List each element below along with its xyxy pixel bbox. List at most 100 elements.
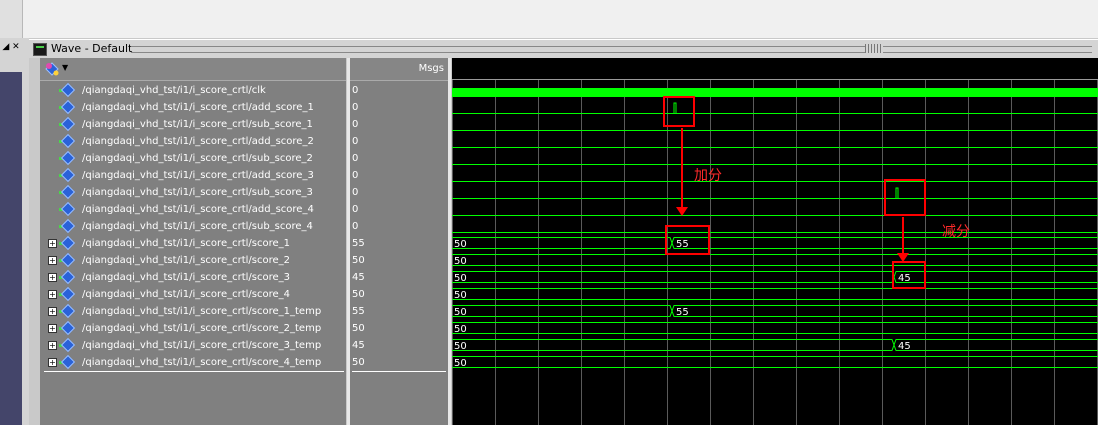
expand-icon[interactable]: + (48, 239, 57, 248)
signal-row[interactable]: /qiangdaqi_vhd_tst/i1/i_score_crtl/sub_s… (40, 184, 346, 201)
bus-value-label: 50 (454, 324, 467, 335)
bus-value-label: 50 (454, 256, 467, 267)
signal-icon (59, 133, 76, 149)
signal-name: /qiangdaqi_vhd_tst/i1/i_score_crtl/sub_s… (82, 119, 313, 130)
signal-row[interactable]: + /qiangdaqi_vhd_tst/i1/i_score_crtl/scor… (40, 252, 346, 269)
signal-value: 50 (352, 255, 365, 266)
signal-name: /qiangdaqi_vhd_tst/i1/i_score_crtl/score… (82, 340, 322, 351)
signal-icon (59, 337, 76, 353)
signal-row[interactable]: + /qiangdaqi_vhd_tst/i1/i_score_crtl/scor… (40, 320, 346, 337)
bus-value-label: 50 (454, 290, 467, 301)
chevron-down-icon[interactable]: ▼ (62, 63, 68, 72)
signal-value: 0 (352, 119, 359, 130)
wave-window-title: Wave - Default (51, 42, 133, 55)
signal-icon (59, 252, 76, 268)
signal-icon (59, 235, 76, 251)
pulse-wave (895, 187, 899, 198)
signal-row[interactable]: + /qiangdaqi_vhd_tst/i1/i_score_crtl/scor… (40, 354, 346, 371)
bus-wave (452, 271, 1098, 283)
signal-name: /qiangdaqi_vhd_tst/i1/i_score_crtl/add_s… (82, 170, 314, 181)
signal-value: 50 (352, 357, 365, 368)
bus-wave (452, 271, 1098, 283)
bus-value-label: 50 (454, 239, 467, 250)
highlight-box (884, 179, 926, 216)
signal-row[interactable]: + /qiangdaqi_vhd_tst/i1/i_score_crtl/scor… (40, 286, 346, 303)
wave-window-icon (33, 43, 47, 56)
bus-wave (452, 339, 1098, 351)
left-dock-strip: ◢ ✕ (0, 38, 29, 425)
bus-value-label: 50 (454, 273, 467, 284)
signal-name: /qiangdaqi_vhd_tst/i1/i_score_crtl/score… (82, 238, 291, 249)
expand-icon[interactable]: + (48, 256, 57, 265)
signal-name: /qiangdaqi_vhd_tst/i1/i_score_crtl/score… (82, 306, 322, 317)
signal-value: 0 (352, 187, 359, 198)
signal-icon (59, 184, 76, 200)
signal-row[interactable]: /qiangdaqi_vhd_tst/i1/i_score_crtl/sub_s… (40, 116, 346, 133)
signal-icon (59, 150, 76, 166)
main-toolbar-area (0, 0, 1098, 38)
bus-wave (452, 339, 1098, 351)
expand-icon[interactable]: + (48, 358, 57, 367)
value-end-marker (352, 371, 446, 372)
signal-row[interactable]: + /qiangdaqi_vhd_tst/i1/i_score_crtl/scor… (40, 269, 346, 286)
signal-name: /qiangdaqi_vhd_tst/i1/i_score_crtl/sub_s… (82, 221, 313, 232)
wave-window-titlebar[interactable]: Wave - Default (29, 39, 1098, 58)
bus-wave (452, 305, 1098, 317)
signal-name: /qiangdaqi_vhd_tst/i1/i_score_crtl/add_s… (82, 102, 314, 113)
waveform-pane[interactable]: 50 55 50 50 45 50 50 55 50 50 45 50 (452, 58, 1098, 425)
signal-value: 55 (352, 306, 365, 317)
expand-icon[interactable]: + (48, 290, 57, 299)
expand-icon[interactable]: + (48, 307, 57, 316)
signal-value: 55 (352, 238, 365, 249)
signal-value: 0 (352, 136, 359, 147)
signal-row[interactable]: /qiangdaqi_vhd_tst/i1/i_score_crtl/sub_s… (40, 218, 346, 235)
signal-row[interactable]: + /qiangdaqi_vhd_tst/i1/i_score_crtl/scor… (40, 235, 346, 252)
signal-row[interactable]: /qiangdaqi_vhd_tst/i1/i_score_crtl/add_s… (40, 99, 346, 116)
signal-value: 45 (352, 340, 365, 351)
titlebar-grip (131, 46, 1092, 53)
expand-icon[interactable]: + (48, 324, 57, 333)
dock-controls[interactable]: ◢ ✕ (0, 40, 22, 54)
signal-value: 0 (352, 85, 359, 96)
add-signal-icon[interactable] (45, 62, 59, 76)
waveform-canvas: 50 55 50 50 45 50 50 55 50 50 45 50 (452, 79, 1098, 425)
signal-value: 50 (352, 289, 365, 300)
signal-row[interactable]: /qiangdaqi_vhd_tst/i1/i_score_crtl/sub_s… (40, 150, 346, 167)
bus-wave (452, 305, 1098, 317)
msgs-header-label: Msgs (418, 63, 444, 74)
bus-value-label: 55 (676, 239, 689, 250)
bus-value-label: 55 (676, 307, 689, 318)
signal-icon (59, 218, 76, 234)
signal-name: /qiangdaqi_vhd_tst/i1/i_score_crtl/score… (82, 323, 322, 334)
signal-icon (59, 99, 76, 115)
pulse-wave (673, 102, 677, 113)
signal-icon (59, 286, 76, 302)
signal-value: 0 (352, 204, 359, 215)
bus-value-label: 45 (898, 273, 911, 284)
expand-icon[interactable]: + (48, 273, 57, 282)
signal-row[interactable]: /qiangdaqi_vhd_tst/i1/i_score_crtl/add_s… (40, 133, 346, 150)
arrow-head (676, 207, 688, 216)
signal-row[interactable]: + /qiangdaqi_vhd_tst/i1/i_score_crtl/scor… (40, 337, 346, 354)
signal-value: 0 (352, 221, 359, 232)
signal-icon (59, 116, 76, 132)
signal-icon (59, 82, 76, 98)
signal-value: 45 (352, 272, 365, 283)
signal-icon (59, 303, 76, 319)
signal-name-header: ▼ (40, 58, 346, 81)
signal-row[interactable]: /qiangdaqi_vhd_tst/i1/i_score_crtl/clk (40, 82, 346, 99)
signal-name: /qiangdaqi_vhd_tst/i1/i_score_crtl/score… (82, 255, 291, 266)
arrow-head (897, 253, 909, 262)
signal-row[interactable]: /qiangdaqi_vhd_tst/i1/i_score_crtl/add_s… (40, 167, 346, 184)
signal-name: /qiangdaqi_vhd_tst/i1/i_score_crtl/clk (82, 85, 266, 96)
bus-value-label: 50 (454, 341, 467, 352)
bus-value-label: 50 (454, 307, 467, 318)
toolbar-gutter (0, 0, 23, 38)
expand-icon[interactable]: + (48, 341, 57, 350)
signal-name: /qiangdaqi_vhd_tst/i1/i_score_crtl/score… (82, 357, 322, 368)
signal-row[interactable]: + /qiangdaqi_vhd_tst/i1/i_score_crtl/scor… (40, 303, 346, 320)
signal-row[interactable]: /qiangdaqi_vhd_tst/i1/i_score_crtl/add_s… (40, 201, 346, 218)
bus-value-label: 45 (898, 341, 911, 352)
signal-icon (59, 167, 76, 183)
titlebar-drag-handle[interactable] (865, 44, 883, 53)
